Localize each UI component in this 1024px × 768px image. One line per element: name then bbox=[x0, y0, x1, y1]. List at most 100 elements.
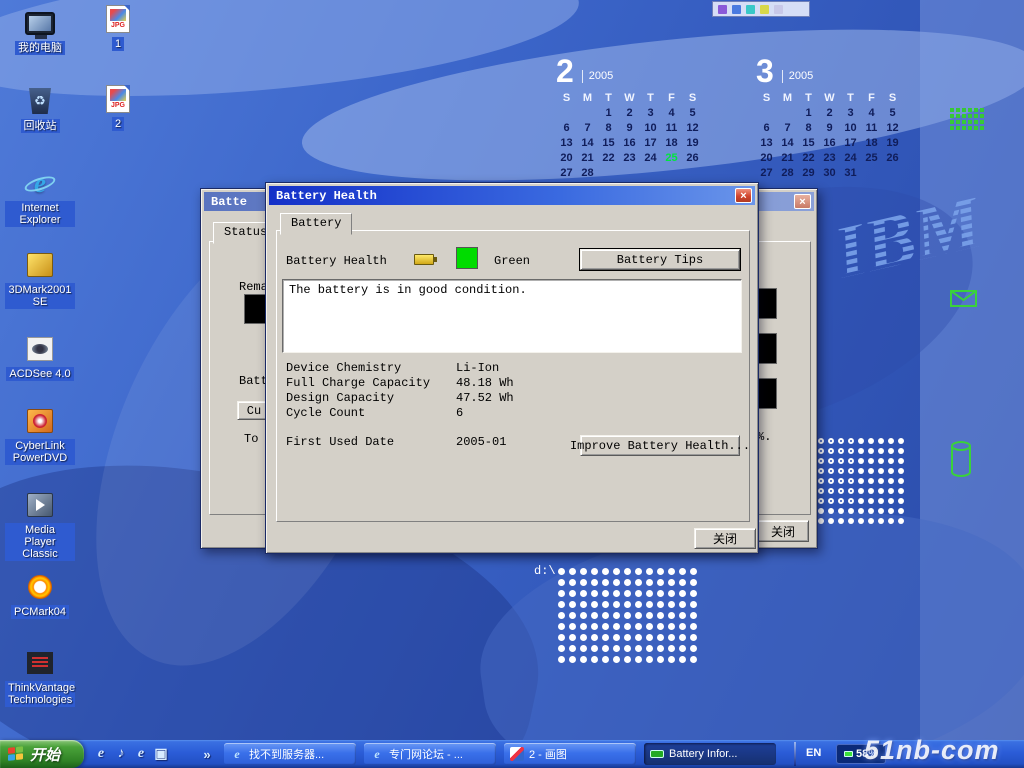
desktop-icon-3dmark[interactable]: 3DMark2001 SE bbox=[4, 250, 76, 309]
dot bbox=[602, 579, 609, 586]
desktop-icon-file-1[interactable]: JPG 1 bbox=[94, 4, 142, 51]
grid-cell bbox=[962, 120, 966, 124]
task-label: Battery Infor... bbox=[669, 748, 737, 760]
quicklaunch-overflow-chevron[interactable]: » bbox=[198, 745, 216, 763]
internet-explorer-icon: e bbox=[370, 747, 384, 761]
dot bbox=[690, 623, 697, 630]
quicklaunch-icon[interactable]: ♪ bbox=[112, 745, 130, 763]
toolbar-icon[interactable] bbox=[760, 5, 769, 14]
calendar-day bbox=[756, 107, 777, 119]
calendar-day: 16 bbox=[619, 137, 640, 149]
taskbar-task-paint[interactable]: 2 - 画图 bbox=[504, 743, 636, 765]
grid-cell bbox=[968, 108, 972, 112]
grid-cell bbox=[968, 114, 972, 118]
desktop-icon-thinkvantage[interactable]: ThinkVantage Technologies bbox=[4, 648, 76, 707]
calendar-day: 10 bbox=[840, 122, 861, 134]
dot bbox=[828, 448, 834, 454]
grid-cell bbox=[980, 120, 984, 124]
taskbar-task-forum[interactable]: e 专门网论坛 - ... bbox=[364, 743, 496, 765]
battery-tips-button[interactable]: Battery Tips bbox=[580, 249, 740, 270]
pcmark-icon bbox=[23, 572, 57, 602]
desktop-icon-file-2[interactable]: JPG 2 bbox=[94, 84, 142, 131]
dot bbox=[558, 634, 565, 641]
desktop-icon-pcmark[interactable]: PCMark04 bbox=[4, 572, 76, 619]
toolbar-icon[interactable] bbox=[718, 5, 727, 14]
calendar-february: 2 2005 SMTWTFS12345678910111213141516171… bbox=[556, 52, 716, 179]
calendar-day: 25 bbox=[661, 152, 682, 164]
quicklaunch-desktop-icon[interactable]: ▣ bbox=[152, 745, 170, 763]
jpg-file-icon: JPG bbox=[101, 4, 135, 34]
calendar-day: 2 bbox=[619, 107, 640, 119]
calendar-day: 25 bbox=[861, 152, 882, 164]
calendar-month: 3 bbox=[756, 56, 774, 86]
dot bbox=[858, 518, 864, 524]
language-indicator[interactable]: EN bbox=[806, 747, 821, 759]
taskbar-task-server[interactable]: e 找不到服务器... bbox=[224, 743, 356, 765]
calendar-day: 1 bbox=[598, 107, 619, 119]
desktop-toolbar[interactable] bbox=[712, 1, 810, 17]
dot bbox=[690, 612, 697, 619]
dot bbox=[646, 612, 653, 619]
desktop-icon-my-computer[interactable]: 我的电脑 bbox=[4, 8, 76, 55]
toolbar-icon[interactable] bbox=[732, 5, 741, 14]
dot bbox=[580, 623, 587, 630]
recycle-bin-icon: ♻ bbox=[23, 86, 57, 116]
desktop-icon-powerdvd[interactable]: CyberLink PowerDVD bbox=[4, 406, 76, 465]
dot bbox=[657, 656, 664, 663]
toolbar-icon[interactable] bbox=[774, 5, 783, 14]
toolbar-icon[interactable] bbox=[746, 5, 755, 14]
improve-battery-health-button[interactable]: Improve Battery Health... bbox=[580, 435, 740, 456]
desktop-icon-acdsee[interactable]: ACDSee 4.0 bbox=[4, 334, 76, 381]
calendar-day-header: T bbox=[840, 92, 861, 104]
start-button[interactable]: 开始 bbox=[0, 740, 84, 768]
dot bbox=[818, 458, 824, 464]
svg-text:IBM: IBM bbox=[826, 179, 992, 295]
field-value: 2005-01 bbox=[456, 435, 506, 449]
dot bbox=[569, 601, 576, 608]
grid-cell bbox=[962, 108, 966, 112]
close-button[interactable]: 关闭 bbox=[757, 520, 809, 542]
dot bbox=[878, 498, 884, 504]
title-bar[interactable]: Battery Health × bbox=[269, 186, 755, 205]
dot bbox=[646, 623, 653, 630]
dot bbox=[613, 656, 620, 663]
dot bbox=[679, 568, 686, 575]
dot bbox=[878, 478, 884, 484]
calendar-day: 9 bbox=[619, 122, 640, 134]
dot bbox=[690, 601, 697, 608]
close-button[interactable]: 关闭 bbox=[694, 528, 756, 549]
battery-health-dialog[interactable]: Battery Health × Battery Battery Health … bbox=[265, 182, 759, 554]
taskbar-task-battery-information[interactable]: Battery Infor... bbox=[644, 743, 776, 765]
quicklaunch-ie-icon[interactable]: e bbox=[92, 745, 110, 763]
dot bbox=[868, 438, 874, 444]
desktop-icon-recycle-bin[interactable]: ♻ 回收站 bbox=[4, 86, 76, 133]
dot bbox=[679, 601, 686, 608]
calendar-day: 31 bbox=[840, 167, 861, 179]
dot bbox=[624, 634, 631, 641]
dot bbox=[828, 498, 834, 504]
field-label: Cycle Count bbox=[286, 406, 365, 420]
condition-textbox[interactable]: The battery is in good condition. bbox=[282, 279, 742, 353]
dot bbox=[898, 508, 904, 514]
calendar-day: 26 bbox=[682, 152, 703, 164]
dot bbox=[848, 518, 854, 524]
dot bbox=[624, 590, 631, 597]
tab-battery[interactable]: Battery bbox=[280, 213, 352, 235]
close-icon[interactable]: × bbox=[735, 188, 752, 203]
dot bbox=[624, 579, 631, 586]
dot bbox=[613, 568, 620, 575]
dot bbox=[668, 645, 675, 652]
dot bbox=[646, 634, 653, 641]
quicklaunch-ie-icon[interactable]: e bbox=[132, 745, 150, 763]
grid-icon bbox=[950, 108, 984, 130]
dot bbox=[828, 518, 834, 524]
desktop-icon-internet-explorer[interactable]: e Internet Explorer bbox=[4, 168, 76, 227]
dot bbox=[848, 448, 854, 454]
dot bbox=[838, 468, 844, 474]
field-label: Full Charge Capacity bbox=[286, 376, 430, 390]
desktop-icon-media-player-classic[interactable]: Media Player Classic bbox=[4, 490, 76, 561]
ibm-logo: IBM bbox=[824, 174, 993, 305]
close-icon[interactable]: × bbox=[794, 194, 811, 209]
field-value: 48.18 Wh bbox=[456, 376, 514, 390]
dot bbox=[868, 478, 874, 484]
